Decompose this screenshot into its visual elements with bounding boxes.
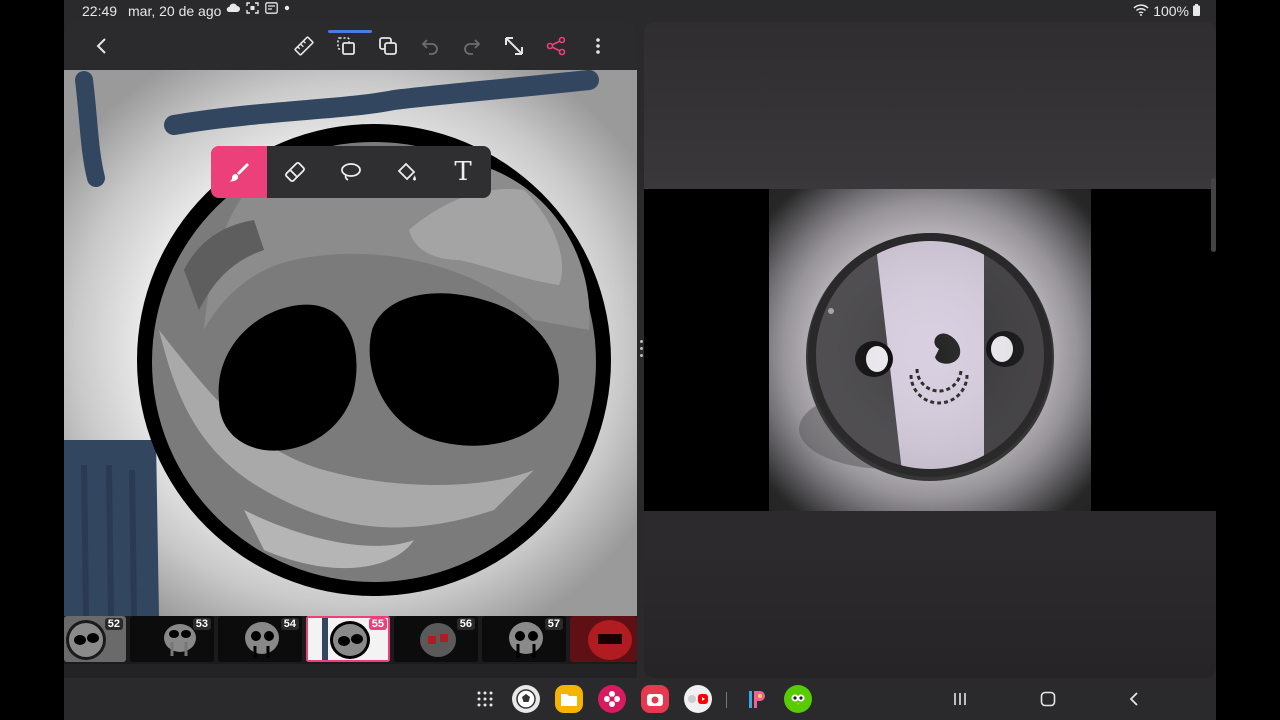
taskbar <box>64 678 1216 720</box>
battery-level: 100% <box>1153 3 1189 19</box>
frame-preview <box>570 616 637 662</box>
recents-icon <box>954 693 966 705</box>
recents-button[interactable] <box>948 688 972 710</box>
duolingo-icon[interactable] <box>784 685 812 713</box>
copy-icon <box>379 37 397 55</box>
app-drawer-icon <box>477 691 493 707</box>
wifi-icon <box>1133 3 1149 19</box>
frame-timeline: 52 53 54 55 56 57 <box>64 616 637 664</box>
tool-palette: T <box>211 146 491 198</box>
camera-app-icon[interactable] <box>641 685 669 713</box>
copy-button[interactable] <box>374 32 402 60</box>
more-icon <box>596 38 600 54</box>
brush-tool[interactable] <box>211 146 267 198</box>
layers-button[interactable] <box>332 32 360 60</box>
lasso-tool[interactable] <box>323 146 379 198</box>
split-divider-handle[interactable] <box>639 340 643 364</box>
frame-number: 52 <box>104 618 123 630</box>
back-button[interactable] <box>88 32 116 60</box>
video-content <box>769 189 1091 511</box>
frame-number: 56 <box>456 618 475 630</box>
flower-app-icon[interactable] <box>598 685 626 713</box>
frame-number: 53 <box>192 618 211 630</box>
battery-icon <box>1193 3 1200 19</box>
app-toolbar <box>64 22 637 70</box>
drawing-canvas[interactable]: T <box>64 70 637 616</box>
back-nav-icon <box>1129 692 1138 706</box>
home-button[interactable] <box>1036 688 1060 710</box>
status-bar: 22:49 mar, 20 de ago 100% <box>64 0 1216 22</box>
expand-button[interactable] <box>500 32 528 60</box>
status-date: mar, 20 de ago <box>128 3 222 19</box>
more-button[interactable] <box>584 32 612 60</box>
redo-button[interactable] <box>458 32 486 60</box>
files-app-icon[interactable] <box>555 685 583 713</box>
undo-icon <box>421 39 438 55</box>
gallery-icon <box>265 2 278 14</box>
soccer-app-icon[interactable] <box>512 685 540 713</box>
ibis-paint-icon[interactable] <box>742 685 770 713</box>
tablet-screen: 22:49 mar, 20 de ago 100% T 52 53 54 55 … <box>64 0 1216 720</box>
expand-icon <box>505 37 523 55</box>
app-drawer-button[interactable] <box>476 690 494 713</box>
share-button[interactable] <box>542 32 570 60</box>
frame-thumb-55[interactable]: 55 <box>306 616 390 662</box>
back-nav-button[interactable] <box>1122 688 1146 710</box>
youtube-app-icon[interactable] <box>684 685 712 713</box>
video-player-window <box>644 22 1216 678</box>
home-icon <box>1040 691 1056 707</box>
lasso-icon <box>341 163 361 181</box>
text-tool[interactable]: T <box>435 146 491 198</box>
reference-artwork <box>769 189 1091 511</box>
drawing-app-window: T 52 53 54 55 56 57 <box>64 22 637 678</box>
eraser-tool[interactable] <box>267 146 323 198</box>
video-frame[interactable] <box>644 189 1216 511</box>
ruler-button[interactable] <box>290 32 318 60</box>
frame-thumb-58[interactable] <box>570 616 637 662</box>
frame-thumb-52[interactable]: 52 <box>64 616 126 662</box>
redo-icon <box>464 39 481 55</box>
status-time: 22:49 <box>82 3 118 19</box>
undo-button[interactable] <box>416 32 444 60</box>
eraser-icon <box>285 162 305 182</box>
frame-thumb-54[interactable]: 54 <box>218 616 302 662</box>
fill-tool[interactable] <box>379 146 435 198</box>
back-icon <box>96 38 106 54</box>
frame-number: 57 <box>544 618 563 630</box>
frame-thumb-53[interactable]: 53 <box>130 616 214 662</box>
ruler-icon <box>294 36 314 56</box>
edge-panel-handle[interactable] <box>1211 178 1216 252</box>
brush-icon <box>229 163 249 182</box>
screenshot-icon <box>246 2 259 14</box>
frame-number: 54 <box>280 618 299 630</box>
frame-thumb-56[interactable]: 56 <box>394 616 478 662</box>
layers-icon <box>337 37 355 55</box>
frame-number: 55 <box>368 618 387 630</box>
dot-icon <box>284 5 290 11</box>
cloud-icon <box>226 3 240 13</box>
share-icon <box>546 36 566 56</box>
frame-thumb-57[interactable]: 57 <box>482 616 566 662</box>
fill-icon <box>397 162 416 181</box>
taskbar-separator <box>726 692 727 708</box>
